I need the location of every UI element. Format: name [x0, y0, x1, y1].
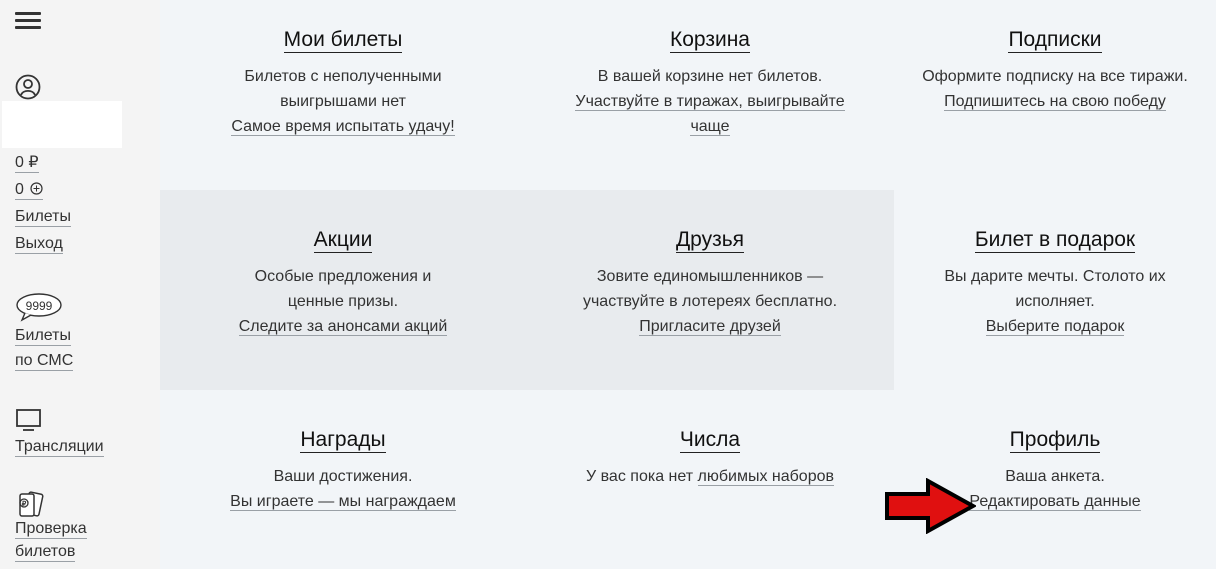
edit-profile-link[interactable]: Редактировать данные [969, 493, 1141, 511]
check-row-2[interactable]: билетов [15, 542, 76, 562]
tile-promotions: Акции Особые предложения и ценные призы.… [160, 190, 526, 390]
tile-title[interactable]: Акции [313, 227, 373, 253]
tile-friends: Друзья Зовите единомышленников — участву… [526, 190, 894, 390]
broadcasts-row[interactable]: Трансляции [15, 437, 104, 457]
tile-title[interactable]: Билет в подарок [974, 227, 1136, 253]
tickets-row[interactable]: Билеты [15, 207, 71, 227]
tile-title[interactable]: Друзья [675, 227, 745, 253]
awards-link[interactable]: Вы играете — мы награждаем [230, 493, 456, 511]
invite-friends-link[interactable]: Пригласите друзей [639, 318, 781, 336]
subscribe-link[interactable]: Подпишитесь на свою победу [944, 93, 1166, 111]
participate-link-cont[interactable]: чаще [690, 118, 730, 136]
tile-numbers: Числа У вас пока нет любимых наборов [526, 390, 894, 569]
sms-row-2[interactable]: по СМС [15, 351, 74, 371]
check-row-1[interactable]: Проверка [15, 519, 87, 539]
tv-icon [16, 409, 41, 431]
tile-text: исполняет. [1015, 293, 1095, 310]
tile-text: участвуйте в лотереях бесплатно. [582, 293, 838, 310]
sms-bubble-icon: 9999 [16, 293, 62, 322]
logout-row[interactable]: Выход [15, 234, 63, 254]
promotions-link[interactable]: Следите за анонсами акций [238, 318, 448, 336]
sms-tickets-link-line2[interactable]: по СМС [15, 351, 74, 371]
tile-text: выигрышами нет [280, 93, 406, 110]
logout-link[interactable]: Выход [15, 234, 63, 254]
tile-cart: Корзина В вашей корзине нет билетов. Уча… [526, 0, 894, 190]
tile-text: Ваши достижения. [273, 468, 413, 485]
tile-title[interactable]: Числа [679, 427, 741, 453]
tile-title[interactable]: Подписки [1008, 27, 1102, 53]
sms-row-1[interactable]: Билеты [15, 326, 71, 346]
tile-title[interactable]: Корзина [670, 27, 750, 53]
tile-text: Зовите единомышленников — [596, 268, 824, 285]
favorite-sets-link[interactable]: любимых наборов [697, 468, 834, 486]
numbers-text: У вас пока нет [586, 468, 698, 485]
tile-subscriptions: Подписки Оформите подписку на все тиражи… [894, 0, 1216, 190]
sms-badge-text: 9999 [26, 299, 53, 313]
tile-text: Оформите подписку на все тиражи. [922, 68, 1188, 85]
svg-text:₽: ₽ [22, 500, 27, 508]
tile-text: У вас пока нет любимых наборов [526, 464, 894, 489]
bonus-row[interactable]: 0 [15, 180, 44, 200]
participate-link[interactable]: Участвуйте в тиражах, выигрывайте [575, 93, 845, 111]
menu-icon[interactable] [15, 12, 41, 30]
bonus-link[interactable]: 0 [15, 180, 44, 200]
account-tiles-grid: Мои билеты Билетов с неполученными выигр… [160, 0, 1216, 569]
bonus-value: 0 [15, 181, 24, 198]
user-icon[interactable] [15, 74, 41, 100]
tile-title[interactable]: Мои билеты [283, 27, 403, 53]
balance-value[interactable]: 0 ₽ [15, 153, 39, 173]
tile-text: Особые предложения и [254, 268, 432, 285]
sms-tickets-link-line1[interactable]: Билеты [15, 326, 71, 346]
choose-gift-link[interactable]: Выберите подарок [985, 318, 1125, 336]
check-tickets-link-line1[interactable]: Проверка [15, 519, 87, 539]
balance-row[interactable]: 0 ₽ [15, 153, 39, 173]
tile-title[interactable]: Награды [300, 427, 386, 453]
user-name-area [2, 101, 122, 148]
tile-text: Билетов с неполученными [244, 68, 442, 85]
bonus-icon [30, 182, 43, 195]
sidebar: 0 ₽ 0 Билеты Выход 9999 Билеты по СМС Тр… [0, 0, 160, 569]
tile-title[interactable]: Профиль [1009, 427, 1101, 453]
check-tickets-link-line2[interactable]: билетов [15, 542, 76, 562]
tile-text: В вашей корзине нет билетов. [597, 68, 823, 85]
my-tickets-link[interactable]: Билеты [15, 207, 71, 227]
tile-awards: Награды Ваши достижения. Вы играете — мы… [160, 390, 526, 569]
broadcasts-link[interactable]: Трансляции [15, 437, 104, 457]
tile-text: Вы дарите мечты. Столото их [944, 268, 1166, 285]
ticket-check-icon: ₽ [19, 491, 44, 517]
red-arrow-icon [885, 478, 976, 534]
try-luck-link[interactable]: Самое время испытать удачу! [231, 118, 455, 136]
tile-gift-ticket: Билет в подарок Вы дарите мечты. Столото… [894, 190, 1216, 390]
tile-my-tickets: Мои билеты Билетов с неполученными выигр… [160, 0, 526, 190]
tile-text: ценные призы. [287, 293, 399, 310]
